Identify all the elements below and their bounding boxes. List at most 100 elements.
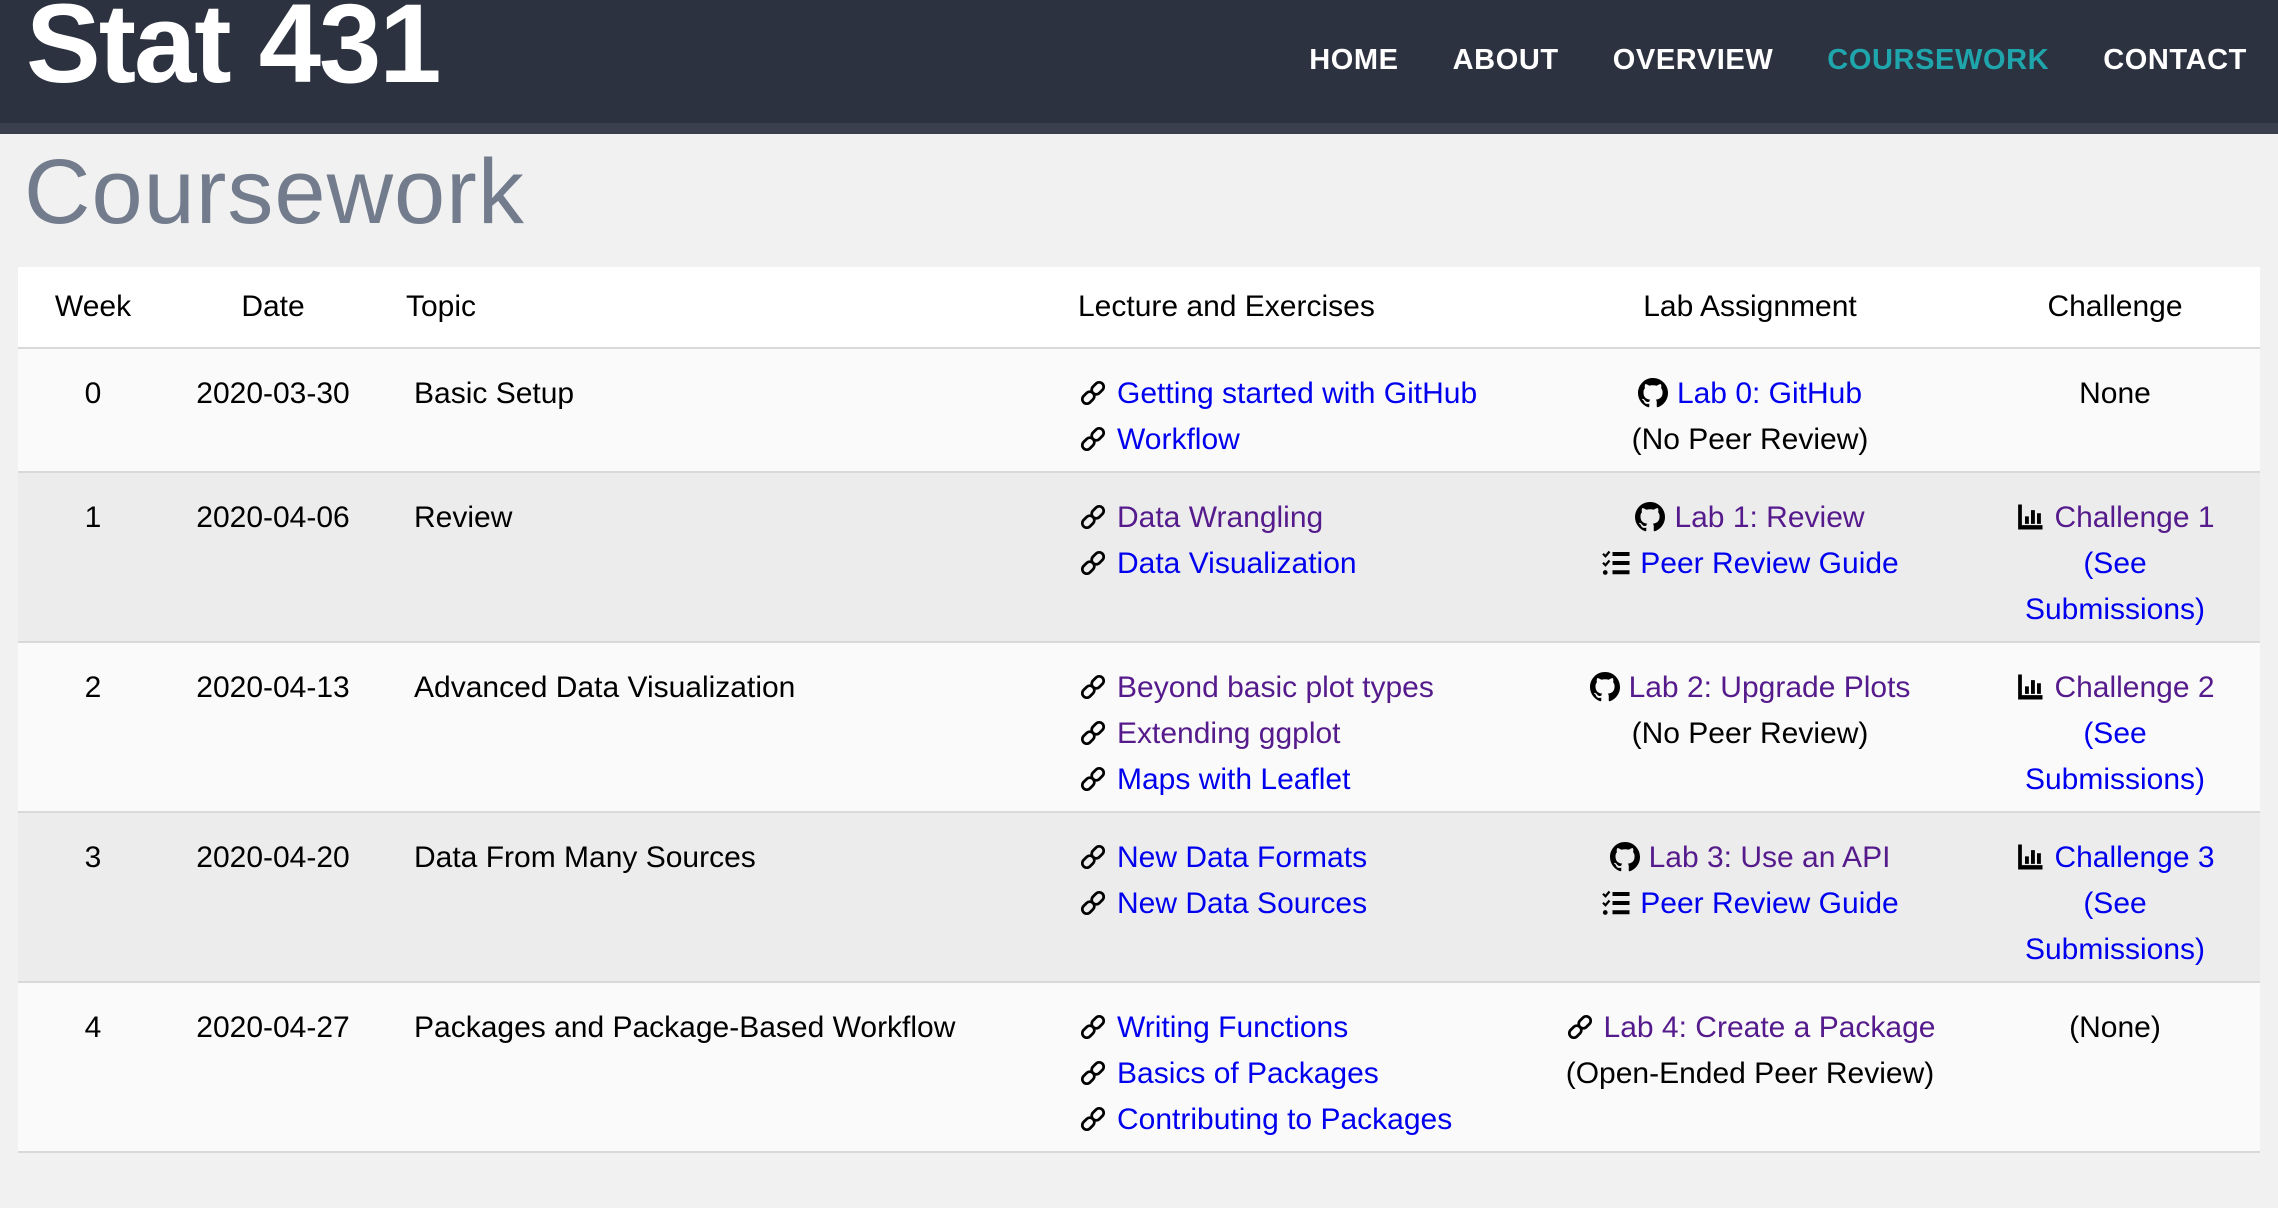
tasks-icon bbox=[1601, 888, 1631, 918]
cell-lab-assignment: Lab 4: Create a Package (Open-Ended Peer … bbox=[1530, 982, 1970, 1152]
cell-topic: Data From Many Sources bbox=[378, 812, 1050, 982]
challenge-link-challenge-2[interactable]: Challenge 2 bbox=[2054, 671, 2214, 704]
cell-challenge: Challenge 2 (See Submissions) bbox=[1970, 642, 2260, 812]
challenge-link-challenge-3[interactable]: Challenge 3 bbox=[2054, 841, 2214, 874]
link-icon bbox=[1078, 378, 1108, 408]
challenge-link-challenge-1[interactable]: Challenge 1 bbox=[2054, 501, 2214, 534]
column-header-challenge: Challenge bbox=[1970, 267, 2260, 348]
table-row-week-2: 22020-04-13Advanced Data VisualizationBe… bbox=[18, 642, 2260, 812]
cell-lab-assignment: Lab 0: GitHub (No Peer Review) bbox=[1530, 348, 1970, 472]
lab-link-lab-0-github[interactable]: Lab 0: GitHub bbox=[1677, 377, 1862, 410]
main-nav: HOME ABOUT OVERVIEW COURSEWORK CONTACT bbox=[1309, 44, 2247, 77]
link-icon bbox=[1078, 424, 1108, 454]
challenge-link-see-submissions[interactable]: (See Submissions) bbox=[2025, 887, 2205, 966]
cell-lab-assignment: Lab 2: Upgrade Plots (No Peer Review) bbox=[1530, 642, 1970, 812]
column-header-date: Date bbox=[168, 267, 378, 348]
main-content: Coursework WeekDateTopicLecture and Exer… bbox=[0, 134, 2278, 1153]
lecture-link-workflow[interactable]: Workflow bbox=[1117, 423, 1240, 456]
lecture-link-data-wrangling[interactable]: Data Wrangling bbox=[1117, 501, 1323, 534]
lab-link-peer-review-guide[interactable]: Peer Review Guide bbox=[1640, 547, 1898, 580]
lecture-link-beyond-basic-plot-types[interactable]: Beyond basic plot types bbox=[1117, 671, 1434, 704]
challenge-text-none: None bbox=[2079, 377, 2151, 410]
cell-week: 1 bbox=[18, 472, 168, 642]
lecture-link-new-data-sources[interactable]: New Data Sources bbox=[1117, 887, 1367, 920]
cell-lecture-exercises: New Data Formats New Data Sources bbox=[1050, 812, 1530, 982]
cell-lecture-exercises: Writing Functions Basics of Packages Contr… bbox=[1050, 982, 1530, 1152]
lab-link-lab-2-upgrade-plots[interactable]: Lab 2: Upgrade Plots bbox=[1629, 671, 1911, 704]
cell-lecture-exercises: Beyond basic plot types Extending ggplot M… bbox=[1050, 642, 1530, 812]
lab-link-lab-3-use-an-api[interactable]: Lab 3: Use an API bbox=[1649, 841, 1891, 874]
page-title: Coursework bbox=[0, 134, 2278, 238]
link-icon bbox=[1078, 672, 1108, 702]
table-header-row: WeekDateTopicLecture and ExercisesLab As… bbox=[18, 267, 2260, 348]
cell-week: 2 bbox=[18, 642, 168, 812]
lecture-link-contributing-to-packages[interactable]: Contributing to Packages bbox=[1117, 1103, 1452, 1136]
lecture-link-new-data-formats[interactable]: New Data Formats bbox=[1117, 841, 1367, 874]
poll-icon bbox=[2015, 842, 2045, 872]
column-header-lab-assignment: Lab Assignment bbox=[1530, 267, 1970, 348]
lecture-link-extending-ggplot[interactable]: Extending ggplot bbox=[1117, 717, 1341, 750]
github-icon bbox=[1590, 672, 1620, 702]
cell-challenge: Challenge 1 (See Submissions) bbox=[1970, 472, 2260, 642]
lab-link-peer-review-guide[interactable]: Peer Review Guide bbox=[1640, 887, 1898, 920]
lecture-link-writing-functions[interactable]: Writing Functions bbox=[1117, 1011, 1348, 1044]
link-icon bbox=[1078, 1058, 1108, 1088]
lecture-link-data-visualization[interactable]: Data Visualization bbox=[1117, 547, 1357, 580]
poll-icon bbox=[2015, 502, 2045, 532]
nav-link-contact[interactable]: CONTACT bbox=[2103, 44, 2247, 77]
cell-lecture-exercises: Data Wrangling Data Visualization bbox=[1050, 472, 1530, 642]
column-header-lecture-and-exercises: Lecture and Exercises bbox=[1050, 267, 1530, 348]
nav-link-about[interactable]: ABOUT bbox=[1453, 44, 1559, 77]
lecture-link-maps-with-leaflet[interactable]: Maps with Leaflet bbox=[1117, 763, 1350, 796]
link-icon bbox=[1078, 1104, 1108, 1134]
challenge-text-none: (None) bbox=[2069, 1011, 2161, 1044]
cell-challenge: (None) bbox=[1970, 982, 2260, 1152]
table-row-week-3: 32020-04-20Data From Many SourcesNew Dat… bbox=[18, 812, 2260, 982]
challenge-link-see-submissions[interactable]: (See Submissions) bbox=[2025, 717, 2205, 796]
link-icon bbox=[1078, 502, 1108, 532]
cell-lab-assignment: Lab 3: Use an API Peer Review Guide bbox=[1530, 812, 1970, 982]
lab-link-lab-4-create-a-package[interactable]: Lab 4: Create a Package bbox=[1604, 1011, 1936, 1044]
link-icon bbox=[1078, 888, 1108, 918]
link-icon bbox=[1078, 1012, 1108, 1042]
lecture-link-getting-started-with-github[interactable]: Getting started with GitHub bbox=[1117, 377, 1477, 410]
github-icon bbox=[1638, 378, 1668, 408]
cell-topic: Basic Setup bbox=[378, 348, 1050, 472]
lecture-link-basics-of-packages[interactable]: Basics of Packages bbox=[1117, 1057, 1379, 1090]
poll-icon bbox=[2015, 672, 2045, 702]
challenge-link-see-submissions[interactable]: (See Submissions) bbox=[2025, 547, 2205, 626]
nav-link-overview[interactable]: OVERVIEW bbox=[1613, 44, 1774, 77]
link-icon bbox=[1565, 1012, 1595, 1042]
table-row-week-4: 42020-04-27Packages and Package-Based Wo… bbox=[18, 982, 2260, 1152]
lab-link-lab-1-review[interactable]: Lab 1: Review bbox=[1674, 501, 1864, 534]
link-icon bbox=[1078, 842, 1108, 872]
tasks-icon bbox=[1601, 548, 1631, 578]
cell-topic: Review bbox=[378, 472, 1050, 642]
site-header: Stat 431 HOMEABOUTOVERVIEWCOURSEWORKCONT… bbox=[0, 0, 2278, 134]
cell-date: 2020-04-13 bbox=[168, 642, 378, 812]
cell-week: 0 bbox=[18, 348, 168, 472]
cell-lab-assignment: Lab 1: Review Peer Review Guide bbox=[1530, 472, 1970, 642]
cell-date: 2020-04-20 bbox=[168, 812, 378, 982]
coursework-table: WeekDateTopicLecture and ExercisesLab As… bbox=[18, 267, 2260, 1153]
cell-lecture-exercises: Getting started with GitHub Workflow bbox=[1050, 348, 1530, 472]
cell-topic: Advanced Data Visualization bbox=[378, 642, 1050, 812]
link-icon bbox=[1078, 764, 1108, 794]
github-icon bbox=[1635, 502, 1665, 532]
cell-challenge: Challenge 3 (See Submissions) bbox=[1970, 812, 2260, 982]
nav-link-coursework[interactable]: COURSEWORK bbox=[1827, 44, 2049, 77]
lab-text-open-ended-peer-review: (Open-Ended Peer Review) bbox=[1566, 1057, 1935, 1090]
column-header-week: Week bbox=[18, 267, 168, 348]
table-row-week-0: 02020-03-30Basic SetupGetting started wi… bbox=[18, 348, 2260, 472]
github-icon bbox=[1610, 842, 1640, 872]
cell-date: 2020-04-06 bbox=[168, 472, 378, 642]
link-icon bbox=[1078, 718, 1108, 748]
lab-text-no-peer-review: (No Peer Review) bbox=[1632, 717, 1869, 750]
cell-challenge: None bbox=[1970, 348, 2260, 472]
cell-week: 3 bbox=[18, 812, 168, 982]
table-row-week-1: 12020-04-06Review Data Wrangling Data Visu… bbox=[18, 472, 2260, 642]
lab-text-no-peer-review: (No Peer Review) bbox=[1632, 423, 1869, 456]
cell-week: 4 bbox=[18, 982, 168, 1152]
nav-link-home[interactable]: HOME bbox=[1309, 44, 1398, 77]
cell-topic: Packages and Package-Based Workflow bbox=[378, 982, 1050, 1152]
